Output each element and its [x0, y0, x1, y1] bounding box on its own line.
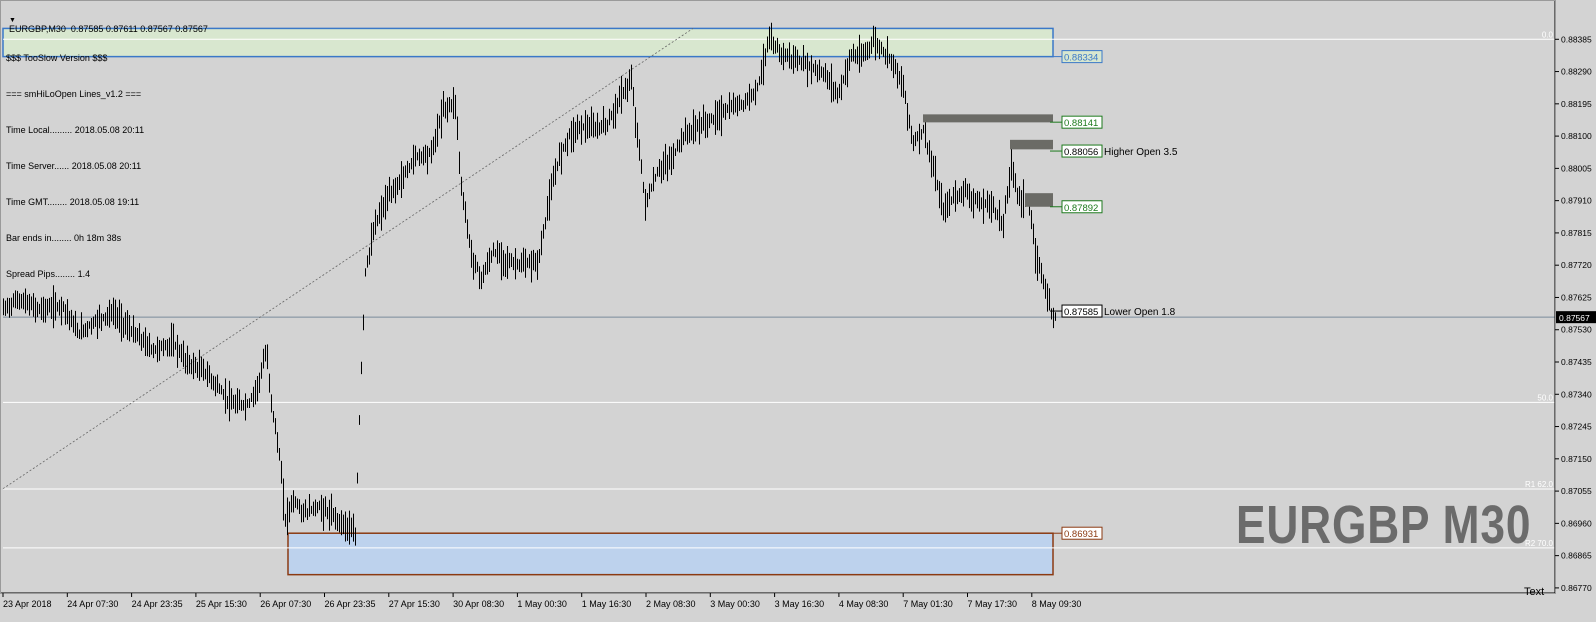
- y-tick-label: 0.87625: [1561, 292, 1592, 302]
- y-tick-label: 0.86770: [1561, 583, 1592, 593]
- y-tick-label: 0.87150: [1561, 454, 1592, 464]
- y-tick-label: 0.88100: [1561, 131, 1592, 141]
- symbol-watermark: EURGBP M30: [1236, 495, 1532, 555]
- level-value: 0.87892: [1064, 203, 1098, 214]
- y-tick-label: 0.87910: [1561, 196, 1592, 206]
- supply-block: [923, 114, 1053, 123]
- level-value: 0.86931: [1064, 529, 1098, 540]
- fib-level-label: 50.0: [1537, 393, 1553, 402]
- info-row: Spread Pips........ 1.4: [6, 269, 91, 279]
- x-tick-label: 24 Apr 23:35: [132, 599, 183, 609]
- y-tick-label: 0.87340: [1561, 389, 1592, 399]
- y-tick-label: 0.88195: [1561, 99, 1592, 109]
- level-value: 0.87585: [1064, 307, 1098, 318]
- y-tick-label: 0.87055: [1561, 486, 1592, 496]
- level-value: 0.88141: [1064, 118, 1098, 129]
- x-tick-label: 23 Apr 2018: [3, 599, 52, 609]
- supply-block: [1025, 193, 1053, 207]
- x-tick-label: 27 Apr 15:30: [389, 599, 440, 609]
- x-tick-label: 26 Apr 07:30: [260, 599, 311, 609]
- info-row: Time Server...... 2018.05.08 20:11: [6, 161, 142, 171]
- info-subtitle: === smHiLoOpen Lines_v1.2 ===: [6, 89, 142, 99]
- x-tick-label: 3 May 16:30: [775, 599, 825, 609]
- y-tick-label: 0.87720: [1561, 260, 1592, 270]
- info-title: $$$ TooSlow Version $$$: [6, 53, 108, 63]
- lower-zone: [287, 532, 1054, 576]
- x-tick-label: 30 Apr 08:30: [453, 599, 504, 609]
- y-tick-label: 0.87245: [1561, 422, 1592, 432]
- info-row: Bar ends in........ 0h 18m 38s: [6, 233, 122, 243]
- level-label-layer: 0.88334 0.88141 0.88056 0.87892 0.87585 0.869…: [1050, 50, 1178, 540]
- y-tick-label: 0.86865: [1561, 551, 1592, 561]
- x-tick-label: 24 Apr 07:30: [67, 599, 118, 609]
- text-object-label[interactable]: Text: [1524, 586, 1544, 598]
- fib-level-label: 0.0: [1542, 30, 1554, 39]
- candle-layer: [3, 22, 1056, 546]
- info-panel: $$$ TooSlow Version $$$ === smHiLoOpen L…: [6, 28, 144, 292]
- y-tick-label: 0.88290: [1561, 67, 1592, 77]
- fib-level-label: R1 62.0: [1525, 480, 1554, 489]
- info-row: Time Local......... 2018.05.08 20:11: [6, 125, 145, 135]
- x-tick-label: 8 May 09:30: [1032, 599, 1082, 609]
- x-tick-label: 2 May 08:30: [646, 599, 696, 609]
- x-tick-label: 7 May 01:30: [903, 599, 953, 609]
- y-tick-label: 0.88005: [1561, 163, 1592, 173]
- fib-level-layer: 0.050.0R1 62.0R2 70.0: [3, 30, 1555, 549]
- x-tick-label: 1 May 00:30: [517, 599, 567, 609]
- y-tick-label: 0.88385: [1561, 34, 1592, 44]
- x-tick-label: 1 May 16:30: [582, 599, 632, 609]
- y-tick-label: 0.86960: [1561, 518, 1592, 528]
- x-tick-label: 3 May 00:30: [710, 599, 760, 609]
- x-tick-label: 25 Apr 15:30: [196, 599, 247, 609]
- info-row: Time GMT........ 2018.05.08 19:11: [6, 197, 140, 207]
- supply-block: [1010, 139, 1053, 150]
- x-tick-label: 26 Apr 23:35: [325, 599, 376, 609]
- collapse-triangle-icon[interactable]: ▼: [9, 17, 16, 24]
- open-line-label: Lower Open 1.8: [1104, 307, 1176, 318]
- y-tick-label: 0.87435: [1561, 357, 1592, 367]
- x-tick-label: 7 May 17:30: [968, 599, 1018, 609]
- y-tick-label: 0.87530: [1561, 325, 1592, 335]
- open-line-label: Higher Open 3.5: [1104, 147, 1178, 158]
- level-value: 0.88056: [1064, 147, 1098, 158]
- y-tick-label: 0.87815: [1561, 228, 1592, 238]
- current-price-label: 0.87567: [1559, 313, 1590, 323]
- x-tick-label: 4 May 08:30: [839, 599, 889, 609]
- zone-layer: [2, 27, 1054, 576]
- level-value: 0.88334: [1064, 53, 1098, 64]
